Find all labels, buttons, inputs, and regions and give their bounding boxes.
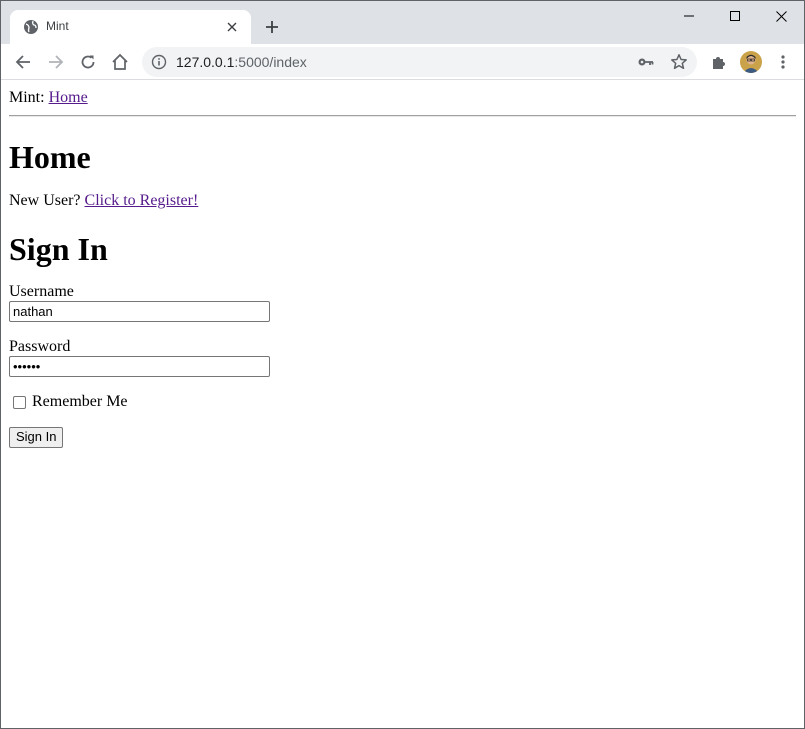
home-icon[interactable] <box>106 48 134 76</box>
signin-heading: Sign In <box>9 231 108 267</box>
plus-icon[interactable] <box>260 15 284 39</box>
address-bar[interactable]: 127.0.0.1:5000/index <box>142 47 697 77</box>
browser-window: Mint 127.0.0.1:5000/index Mint: Home Hom… <box>0 0 805 729</box>
password-field[interactable] <box>9 356 270 377</box>
avatar[interactable] <box>740 51 762 73</box>
globe-icon <box>23 19 39 35</box>
puzzle-icon[interactable] <box>705 48 733 76</box>
url-host: 127.0.0.1 <box>176 54 235 70</box>
info-icon[interactable] <box>151 54 167 70</box>
tab-title: Mint <box>46 19 69 33</box>
remember-me-label: Remember Me <box>32 393 128 410</box>
page-content: Mint: Home Home New User? Click to Regis… <box>1 81 804 728</box>
maximize-icon[interactable] <box>712 1 758 31</box>
star-icon[interactable] <box>670 53 688 71</box>
close-icon[interactable] <box>224 19 240 35</box>
register-prompt: New User? Click to Register! <box>9 192 796 210</box>
key-icon[interactable] <box>637 54 655 70</box>
remember-me-checkbox[interactable] <box>13 395 26 409</box>
window-close-icon[interactable] <box>758 1 804 31</box>
arrow-right-icon[interactable] <box>42 48 70 76</box>
signin-button[interactable]: Sign In <box>9 427 64 448</box>
nav-prefix: Mint: <box>9 89 49 106</box>
browser-toolbar: 127.0.0.1:5000/index <box>1 44 804 80</box>
username-label: Username <box>9 283 74 300</box>
minimize-icon[interactable] <box>666 1 712 31</box>
password-label: Password <box>9 338 71 355</box>
register-prompt-text: New User? <box>9 192 85 209</box>
url-text[interactable]: 127.0.0.1:5000/index <box>176 54 307 70</box>
username-field[interactable] <box>9 301 270 322</box>
register-link[interactable]: Click to Register! <box>85 192 199 209</box>
site-nav: Mint: Home <box>9 89 796 107</box>
nav-divider <box>9 115 796 117</box>
tab-strip: Mint <box>1 1 804 44</box>
url-path: :5000/index <box>234 54 307 70</box>
remember-me-row: Remember Me <box>9 393 796 411</box>
tab-mint[interactable]: Mint <box>10 10 251 44</box>
kebab-menu-icon[interactable] <box>769 48 797 76</box>
arrow-left-icon[interactable] <box>9 48 37 76</box>
nav-home-link[interactable]: Home <box>49 89 88 106</box>
reload-icon[interactable] <box>74 48 102 76</box>
page-title: Home <box>9 139 91 175</box>
